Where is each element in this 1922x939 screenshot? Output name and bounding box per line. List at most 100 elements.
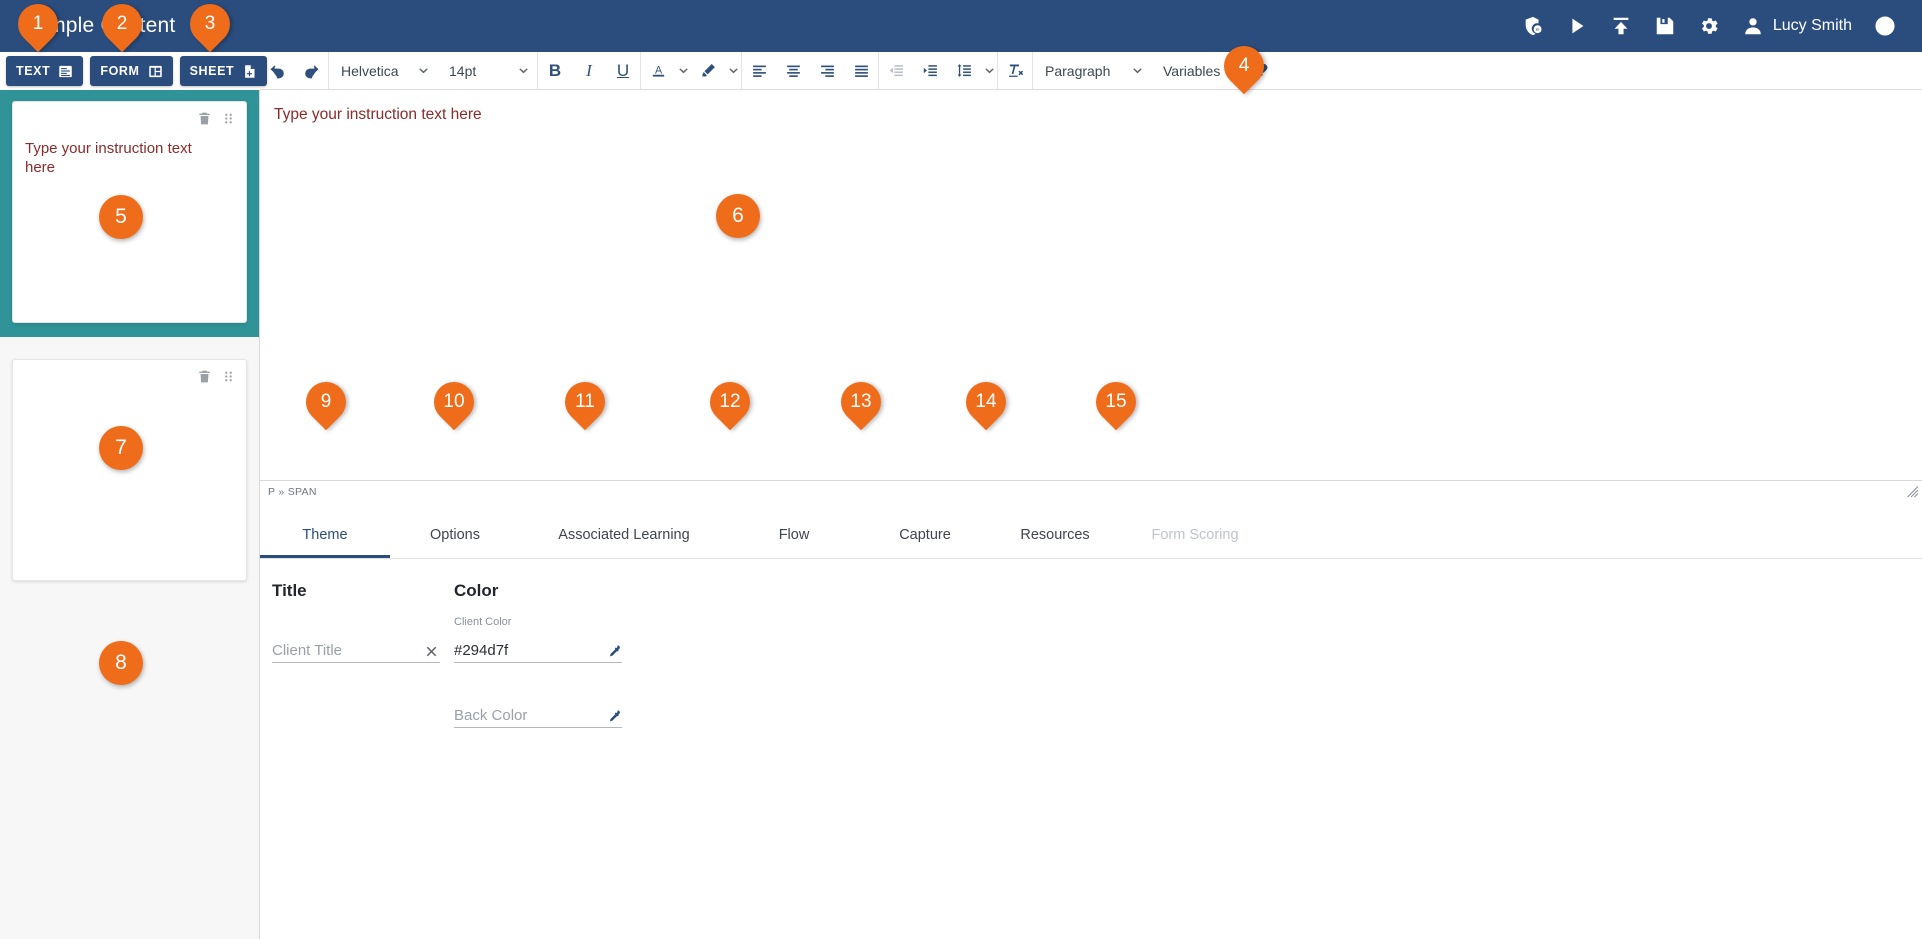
editor-canvas[interactable]: Type your instruction text here (260, 90, 1922, 462)
font-color-button[interactable]: A (643, 56, 673, 86)
user-menu[interactable]: Lucy Smith (1742, 15, 1852, 37)
tab-theme-label: Theme (302, 527, 348, 543)
align-left-button[interactable] (744, 56, 774, 86)
chevron-down-icon (1133, 68, 1142, 74)
editor-status-bar: P » SPAN (260, 480, 1922, 502)
toolbar-divider (1243, 51, 1244, 90)
color-column: Color Client Color #294d7f Back Color (454, 581, 664, 728)
eyedropper-icon[interactable] (606, 709, 622, 725)
rich-text-editor: Type your instruction text here P » SPAN (260, 90, 1922, 502)
font-size-value: 14pt (449, 62, 477, 79)
trash-icon[interactable] (197, 110, 212, 127)
color-section-heading: Color (454, 581, 499, 600)
toolbar-divider (640, 51, 641, 90)
clear-format-button[interactable] (1000, 56, 1030, 86)
chevron-down-icon (678, 68, 688, 74)
clear-x-icon[interactable] (424, 644, 440, 660)
align-center-button[interactable] (778, 56, 808, 86)
highlight-dropdown[interactable] (725, 56, 741, 86)
publish-upload-icon[interactable] (1610, 15, 1632, 37)
tab-resources[interactable]: Resources (990, 512, 1120, 558)
trash-icon[interactable] (197, 368, 212, 385)
toolbar-divider (878, 51, 879, 90)
chevron-down-icon (984, 68, 994, 74)
instruction-card-text: Type your instruction text here (25, 140, 192, 176)
empty-card[interactable] (12, 359, 247, 581)
card-slot-selected[interactable]: Type your instruction text here (0, 90, 259, 337)
chevron-down-icon (519, 68, 528, 74)
text-mode-label: TEXT (16, 64, 51, 78)
help-circle-icon[interactable] (1874, 15, 1896, 37)
user-icon (1742, 15, 1764, 37)
editor-toolbar: Helvetica 14pt B I U A Paragraph Variabl… (260, 51, 1922, 90)
indent-button[interactable] (915, 56, 945, 86)
variables-select[interactable]: Variables (1151, 56, 1243, 86)
instruction-card[interactable]: Type your instruction text here (12, 101, 247, 323)
form-mode-button[interactable]: FORM (90, 56, 173, 86)
line-height-button[interactable] (949, 56, 979, 86)
form-mode-label: FORM (100, 64, 140, 78)
chevron-down-icon (728, 68, 738, 74)
eyedropper-icon[interactable] (606, 644, 622, 660)
tab-flow[interactable]: Flow (728, 512, 860, 558)
paragraph-style-select[interactable]: Paragraph (1033, 56, 1151, 86)
link-icon[interactable] (1246, 56, 1276, 86)
font-family-select[interactable]: Helvetica (329, 56, 437, 86)
font-size-select[interactable]: 14pt (437, 56, 537, 86)
tab-capture-label: Capture (899, 527, 951, 543)
highlight-button[interactable] (693, 56, 723, 86)
client-color-field[interactable]: Client Color #294d7f (454, 616, 622, 663)
svg-text:e: e (1536, 27, 1539, 33)
line-height-dropdown[interactable] (981, 56, 997, 86)
align-justify-button[interactable] (846, 56, 876, 86)
resize-grip-icon[interactable] (1906, 485, 1919, 498)
header-actions: e Lucy Smith (1522, 15, 1922, 37)
bold-button[interactable]: B (540, 56, 570, 86)
variables-value: Variables (1163, 62, 1221, 79)
form-grid-icon (148, 64, 163, 79)
tab-form-scoring: Form Scoring (1120, 512, 1270, 558)
italic-label: I (586, 60, 592, 80)
tab-associated-learning[interactable]: Associated Learning (520, 512, 728, 558)
redo-button[interactable] (296, 56, 326, 86)
back-color-field[interactable]: Back Color (454, 699, 622, 728)
theme-settings-panel: Title Client Title Color Client Color #2… (260, 559, 1922, 939)
drag-handle-icon[interactable] (221, 110, 236, 127)
align-right-button[interactable] (812, 56, 842, 86)
bold-label: B (548, 60, 562, 80)
shield-e-icon[interactable]: e (1522, 15, 1544, 37)
client-color-value: #294d7f (454, 642, 509, 659)
text-mode-button[interactable]: TEXT (6, 56, 84, 86)
tab-options[interactable]: Options (390, 512, 520, 558)
outdent-button[interactable] (881, 56, 911, 86)
title-section-heading: Title (272, 581, 307, 600)
card-toolbar (197, 110, 236, 127)
tab-theme[interactable]: Theme (260, 512, 390, 558)
italic-button[interactable]: I (574, 56, 604, 86)
title-column: Title Client Title (272, 581, 454, 728)
mode-button-bar: TEXT FORM SHEET (0, 52, 268, 90)
chevron-down-icon (1234, 70, 1235, 71)
sheet-mode-button[interactable]: SHEET (179, 56, 268, 86)
settings-tabs: Theme Options Associated Learning Flow C… (260, 512, 1922, 559)
toolbar-divider (997, 51, 998, 90)
paragraph-style-value: Paragraph (1045, 62, 1111, 79)
save-disk-icon[interactable] (1654, 15, 1676, 37)
editor-paragraph[interactable]: Type your instruction text here (274, 106, 1922, 124)
underline-label: U (616, 60, 630, 80)
page-title: Sample Content (22, 14, 176, 37)
tab-associated-learning-label: Associated Learning (558, 527, 690, 543)
client-title-field[interactable]: Client Title (272, 634, 440, 663)
play-icon[interactable] (1566, 15, 1588, 37)
underline-button[interactable]: U (608, 56, 638, 86)
font-color-dropdown[interactable] (675, 56, 691, 86)
tab-options-label: Options (430, 527, 480, 543)
chevron-down-icon (419, 68, 428, 74)
client-color-label: Client Color (454, 616, 512, 628)
sheet-mode-label: SHEET (189, 64, 235, 78)
tab-capture[interactable]: Capture (860, 512, 990, 558)
card-toolbar (197, 368, 236, 385)
drag-handle-icon[interactable] (221, 368, 236, 385)
app-header: Sample Content e Lucy Smith (0, 0, 1922, 52)
gear-icon[interactable] (1698, 15, 1720, 37)
